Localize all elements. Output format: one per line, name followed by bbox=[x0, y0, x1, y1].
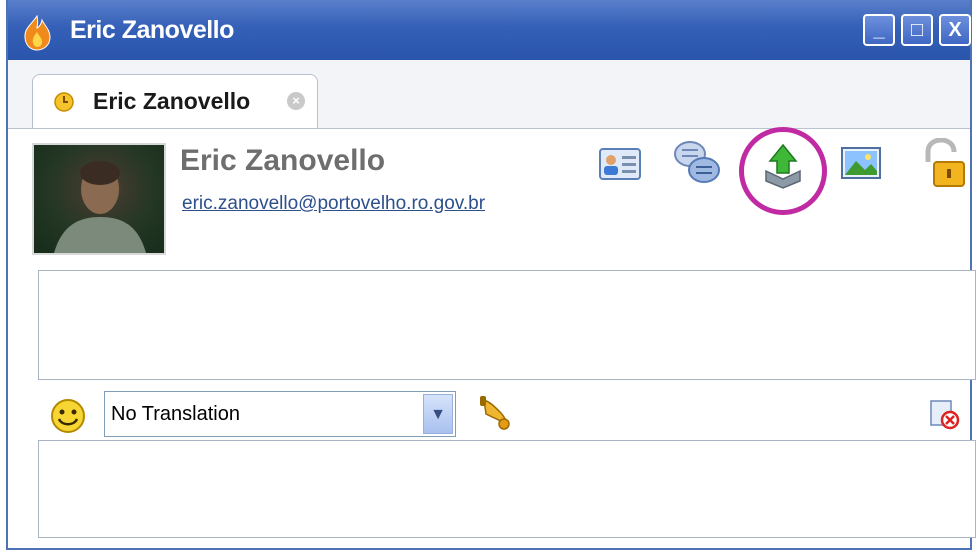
flame-app-icon bbox=[24, 14, 51, 51]
tab-close-icon[interactable]: × bbox=[287, 92, 305, 110]
close-icon: X bbox=[948, 18, 962, 41]
avatar bbox=[32, 143, 166, 255]
translation-value: No Translation bbox=[111, 403, 240, 425]
translation-select[interactable]: No Translation ▼ bbox=[104, 391, 456, 437]
close-window-button[interactable]: X bbox=[939, 14, 971, 46]
minimize-button[interactable]: _ bbox=[863, 14, 895, 46]
chevron-down-icon[interactable]: ▼ bbox=[423, 394, 453, 434]
contact-name: Eric Zanovello bbox=[180, 144, 386, 177]
clock-icon bbox=[54, 92, 74, 112]
lock-icon[interactable] bbox=[920, 138, 966, 188]
bell-icon[interactable] bbox=[474, 394, 514, 434]
title-bar[interactable]: Eric Zanovello _ □ X bbox=[8, 0, 971, 60]
minimize-icon: _ bbox=[873, 18, 885, 41]
contact-card-icon[interactable] bbox=[598, 146, 642, 182]
smiley-icon[interactable] bbox=[48, 396, 88, 436]
clear-chat-icon[interactable] bbox=[928, 398, 960, 430]
message-history[interactable] bbox=[38, 270, 976, 380]
maximize-button[interactable]: □ bbox=[901, 14, 933, 46]
message-input[interactable] bbox=[38, 440, 976, 538]
highlight-circle bbox=[739, 127, 827, 215]
avatar-photo bbox=[54, 161, 146, 253]
tab-contact[interactable]: Eric Zanovello × bbox=[32, 74, 318, 128]
chat-bubbles-icon[interactable] bbox=[672, 138, 722, 188]
picture-icon[interactable] bbox=[840, 146, 882, 180]
chat-window: Eric Zanovello _ □ X Eric Zanovello × Er… bbox=[6, 0, 976, 550]
tab-label: Eric Zanovello bbox=[93, 88, 251, 114]
tab-strip: Eric Zanovello × bbox=[8, 60, 970, 129]
contact-email-link[interactable]: eric.zanovello@portovelho.ro.gov.br bbox=[182, 193, 485, 215]
maximize-icon: □ bbox=[910, 18, 924, 41]
window-title: Eric Zanovello bbox=[70, 16, 234, 44]
